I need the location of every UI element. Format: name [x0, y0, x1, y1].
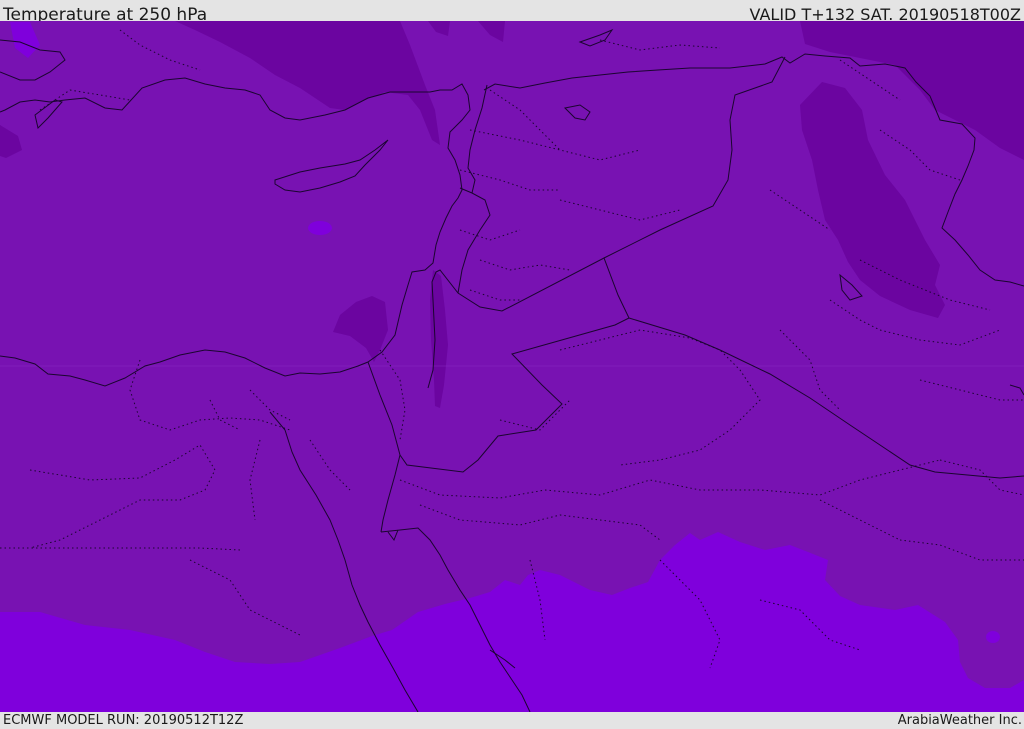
warm-patch-east — [986, 631, 1000, 643]
temperature-map — [0, 21, 1024, 712]
header-bar: Temperature at 250 hPa VALID T+132 SAT. … — [0, 0, 1024, 25]
model-run-label: ECMWF MODEL RUN: 20190512T12Z — [3, 713, 244, 728]
map-frame: Temperature at 250 hPa VALID T+132 SAT. … — [0, 0, 1024, 729]
warm-patch-sea — [308, 221, 332, 235]
footer-bar: ECMWF MODEL RUN: 20190512T12Z ArabiaWeat… — [0, 712, 1024, 729]
credit-label: ArabiaWeather Inc. — [897, 713, 1022, 728]
